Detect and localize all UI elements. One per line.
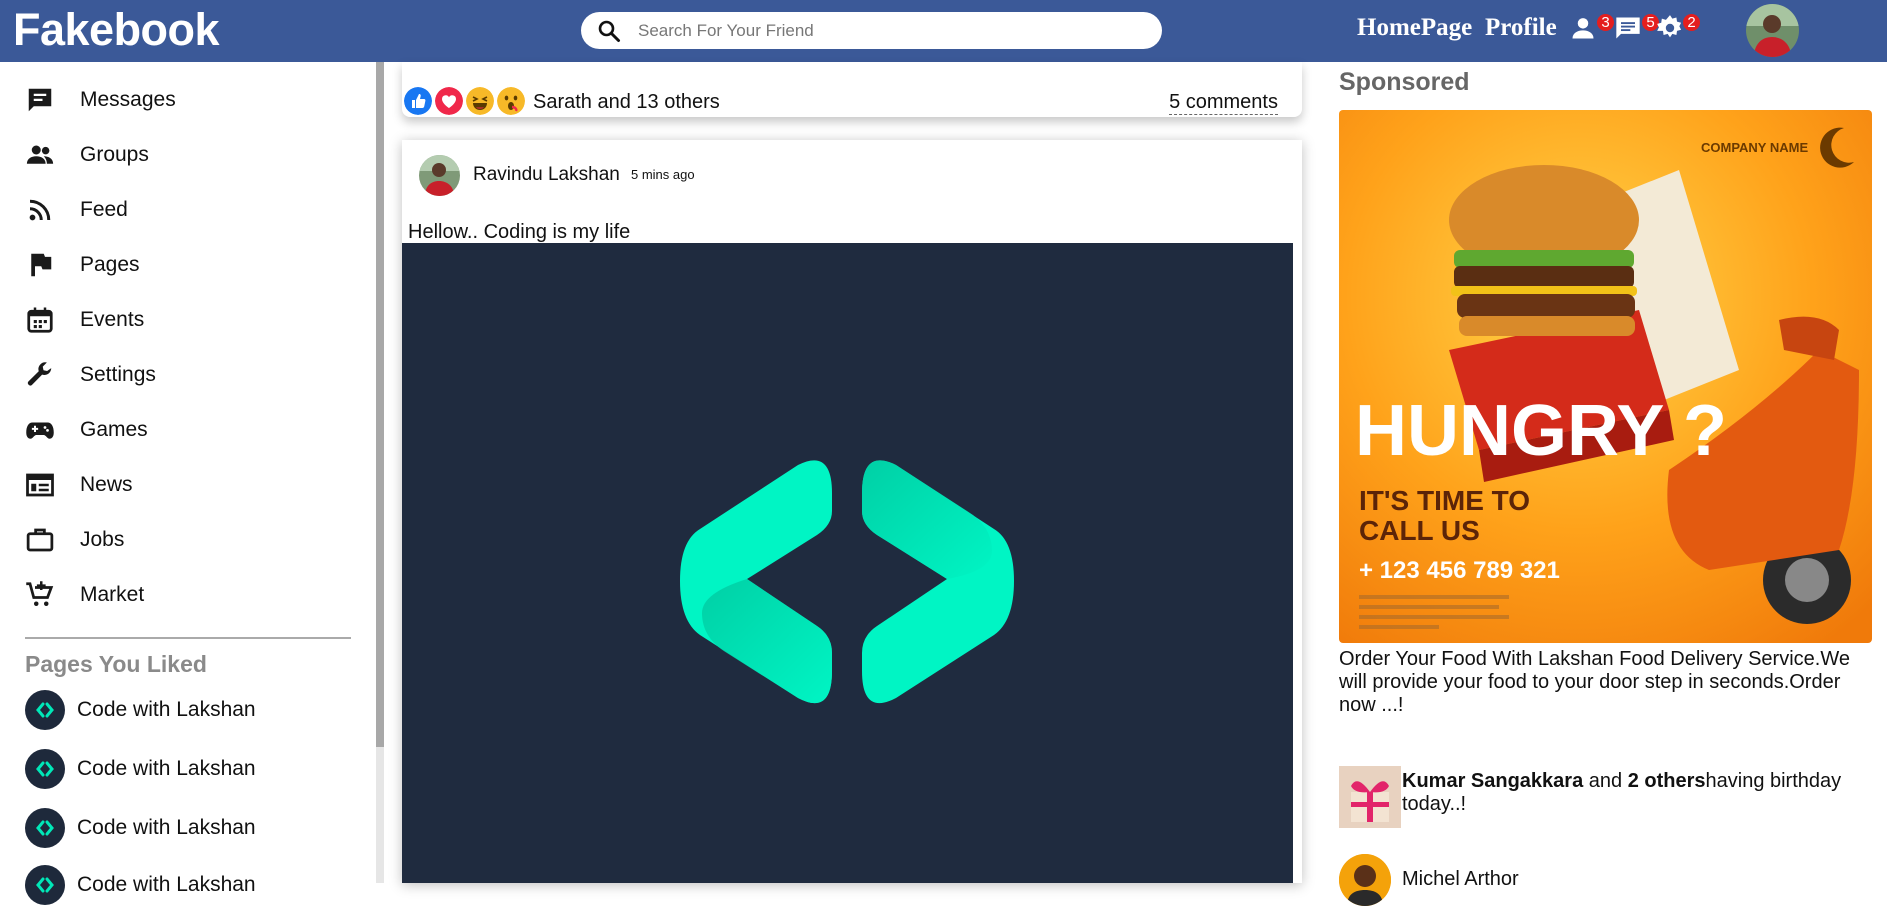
search-icon <box>598 20 620 42</box>
notifications-badge: 2 <box>1683 14 1700 31</box>
briefcase-icon <box>26 528 54 552</box>
post-author-avatar[interactable] <box>419 155 460 196</box>
wow-icon <box>497 87 525 115</box>
sidebar-item-pages[interactable]: Pages <box>25 247 355 283</box>
messages-icon <box>28 88 52 112</box>
liked-page-label: Code with Lakshan <box>77 698 256 721</box>
sidebar-item-groups[interactable]: Groups <box>25 137 355 173</box>
liked-page-item[interactable]: Code with Lakshan <box>25 689 355 731</box>
sidebar-item-messages[interactable]: Messages <box>25 82 355 118</box>
friend-avatar <box>1339 854 1391 906</box>
friend-requests-badge: 3 <box>1597 14 1614 31</box>
code-logo-icon <box>25 749 65 789</box>
reaction-summary[interactable]: Sarath and 13 others <box>533 91 720 114</box>
left-sidebar: Messages Groups Feed Pages Events Settin… <box>0 62 376 905</box>
calendar-icon <box>27 307 53 333</box>
ad-company-name: COMPANY NAME <box>1701 140 1808 155</box>
previous-post-footer: Sarath and 13 others 5 comments <box>402 62 1302 117</box>
sidebar-item-label: Events <box>80 308 145 331</box>
news-icon <box>26 473 54 497</box>
right-column: Sponsored COMPANY NAME HUNGRY ? IT'S TIM… <box>1330 62 1887 906</box>
liked-page-item[interactable]: Code with Lakshan <box>25 864 355 906</box>
rss-feed-icon <box>29 199 51 221</box>
post-timestamp: 5 mins ago <box>631 167 695 182</box>
liked-page-label: Code with Lakshan <box>77 816 256 839</box>
liked-page-item[interactable]: Code with Lakshan <box>25 807 355 849</box>
sponsored-ad-image[interactable]: COMPANY NAME HUNGRY ? IT'S TIME TO CALL … <box>1339 110 1872 643</box>
gamepad-icon <box>26 422 54 439</box>
gear-icon[interactable] <box>1656 14 1684 42</box>
code-logo-icon <box>25 865 65 905</box>
sidebar-item-market[interactable]: Market <box>25 577 355 613</box>
sponsored-heading: Sponsored <box>1339 68 1470 96</box>
nav-profile-link[interactable]: Profile <box>1485 14 1557 42</box>
code-logo-icon <box>680 460 1014 704</box>
sidebar-item-jobs[interactable]: Jobs <box>25 522 355 558</box>
liked-page-item[interactable]: Code with Lakshan <box>25 748 355 790</box>
birthday-notice[interactable]: Kumar Sangakkara and 2 othershaving birt… <box>1339 766 1879 828</box>
sidebar-item-label: News <box>80 473 133 496</box>
comments-link[interactable]: 5 comments <box>1169 91 1278 115</box>
sidebar-item-label: Games <box>80 418 148 441</box>
app-logo[interactable]: Fakebook <box>13 4 220 56</box>
post-card: Ravindu Lakshan 5 mins ago Hellow.. Codi… <box>402 140 1302 883</box>
sidebar-divider <box>25 637 351 639</box>
liked-page-label: Code with Lakshan <box>77 873 256 896</box>
cart-icon <box>26 581 54 606</box>
pages-liked-heading: Pages You Liked <box>25 651 207 677</box>
sidebar-item-news[interactable]: News <box>25 467 355 503</box>
scrollbar-thumb[interactable] <box>376 62 384 747</box>
birthday-person: Kumar Sangakkara <box>1402 770 1584 792</box>
code-logo-icon <box>25 808 65 848</box>
flag-icon <box>31 253 52 277</box>
sidebar-item-games[interactable]: Games <box>25 412 355 448</box>
sidebar-item-label: Messages <box>80 88 176 111</box>
birthday-others: 2 others <box>1627 770 1706 792</box>
post-author-name[interactable]: Ravindu Lakshan <box>473 164 620 186</box>
gift-icon <box>1339 766 1401 828</box>
nav-homepage-link[interactable]: HomePage <box>1357 14 1472 42</box>
sidebar-item-feed[interactable]: Feed <box>25 192 355 228</box>
sidebar-item-label: Feed <box>80 198 128 221</box>
code-logo-icon <box>25 690 65 730</box>
search-input[interactable] <box>638 17 1138 44</box>
liked-page-label: Code with Lakshan <box>77 757 256 780</box>
ad-subline-2: CALL US <box>1359 515 1480 546</box>
search-bar <box>581 12 1162 49</box>
birthday-text: Kumar Sangakkara and 2 othershaving birt… <box>1402 770 1872 816</box>
chat-icon[interactable] <box>1614 14 1642 42</box>
post-text: Hellow.. Coding is my life <box>408 221 631 243</box>
friend-name: Michel Arthor <box>1402 868 1519 890</box>
reactions-row[interactable] <box>404 87 528 115</box>
ad-description: Order Your Food With Lakshan Food Delive… <box>1339 648 1850 716</box>
ad-phone: + 123 456 789 321 <box>1359 557 1560 584</box>
sidebar-item-settings[interactable]: Settings <box>25 357 355 393</box>
sidebar-item-label: Market <box>80 583 145 606</box>
user-avatar[interactable] <box>1746 4 1799 57</box>
sidebar-item-label: Settings <box>80 363 156 386</box>
birthday-connector: and <box>1583 770 1628 792</box>
top-navbar: Fakebook HomePage Profile 3 5 2 <box>0 0 1887 62</box>
sidebar-scrollbar[interactable] <box>376 62 384 883</box>
sidebar-item-label: Pages <box>80 253 140 276</box>
online-friend-item[interactable]: Michel Arthor <box>1339 854 1879 914</box>
like-icon <box>404 87 432 115</box>
love-icon <box>435 87 463 115</box>
groups-icon <box>26 145 54 164</box>
haha-icon <box>466 87 494 115</box>
ad-subline-1: IT'S TIME TO <box>1359 485 1530 516</box>
sidebar-item-label: Jobs <box>80 528 125 551</box>
person-icon[interactable] <box>1569 14 1597 42</box>
ad-headline: HUNGRY ? <box>1355 391 1727 471</box>
wrench-icon <box>27 362 52 386</box>
sidebar-item-label: Groups <box>80 143 149 166</box>
post-image[interactable] <box>402 243 1293 883</box>
sidebar-item-events[interactable]: Events <box>25 302 355 338</box>
